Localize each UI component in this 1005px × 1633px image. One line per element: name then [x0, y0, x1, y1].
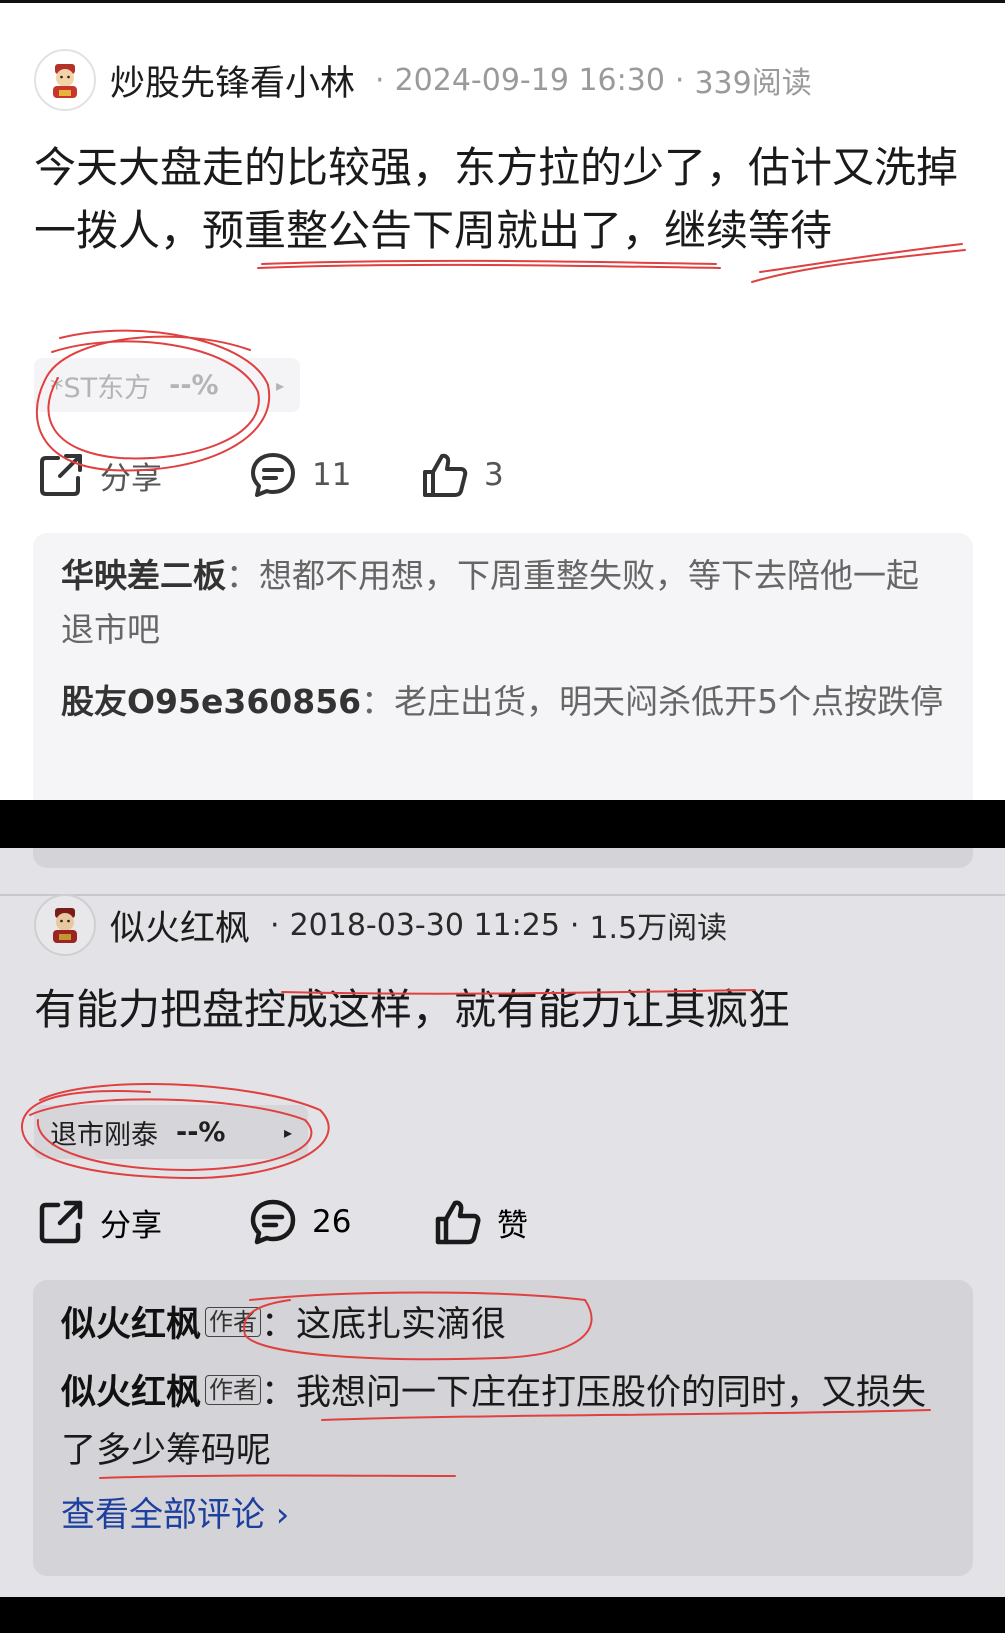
meta-separator: · — [569, 907, 580, 943]
share-button[interactable]: 分享 — [36, 1192, 162, 1252]
avatar[interactable] — [34, 49, 96, 111]
comment-button[interactable]: 26 — [248, 1192, 351, 1252]
author-badge: 作者 — [205, 1375, 262, 1405]
comment-item[interactable]: 似火红枫 作者 ：我想问一下庄在打压股价的同时，又损失了多少筹码呢 — [61, 1364, 945, 1480]
thumbs-up-icon — [435, 1200, 481, 1245]
commenter-name[interactable]: 华映差二板 — [61, 556, 226, 595]
meta-separator: · — [375, 62, 385, 98]
stock-change: --% — [176, 1116, 226, 1148]
post-content[interactable]: 有能力把盘控成这样，就有能力让其疯狂 — [34, 978, 974, 1041]
stock-name: *ST东方 — [50, 372, 152, 404]
comment-separator: ： — [226, 556, 259, 595]
stock-change: --% — [169, 369, 219, 401]
post-content[interactable]: 今天大盘走的比较强，东方拉的少了，估计又洗掉一拨人，预重整公告下周就出了，继续等… — [34, 136, 974, 262]
comment-item[interactable]: 华映差二板：想都不用想，下周重整失败，等下去陪他一起退市吧 — [61, 549, 945, 657]
view-all-comments-link[interactable]: 查看全部评论 › — [61, 1490, 945, 1540]
comment-preview: 似火红枫 作者 ：这底扎实滴很 似火红枫 作者 ：我想问一下庄在打压股价的同时，又损失了… — [33, 1280, 973, 1576]
post-card-1: 炒股先锋看小林 · 2024-09-19 16:30 · 339阅读 今天大盘走… — [0, 0, 1005, 800]
post-date: 2018-03-30 11:25 — [289, 907, 560, 943]
post-header: 似火红枫 · 2018-03-30 11:25 · 1.5万阅读 — [34, 893, 727, 957]
meta-separator: · — [270, 907, 280, 943]
comment-text: 老庄出货，明天闷杀低开5个点按跌停 — [394, 682, 944, 721]
share-label: 分享 — [100, 460, 162, 497]
like-button[interactable]: 赞 — [433, 1192, 528, 1252]
author-name[interactable]: 炒股先锋看小林 — [110, 55, 355, 106]
comment-icon — [251, 453, 295, 497]
comment-button[interactable]: 11 — [248, 445, 351, 505]
comment-item[interactable]: 股友O95e360856：老庄出货，明天闷杀低开5个点按跌停 — [61, 675, 945, 729]
thumbs-up-icon — [423, 453, 468, 497]
read-count: 1.5万阅读 — [589, 911, 728, 946]
action-bar: 分享 11 3 — [36, 445, 636, 505]
share-icon — [39, 1200, 83, 1244]
comment-preview: 华映差二板：想都不用想，下周重整失败，等下去陪他一起退市吧 股友O95e3608… — [33, 533, 973, 800]
comment-count: 26 — [312, 1204, 352, 1240]
share-label: 分享 — [100, 1207, 162, 1244]
stock-chip[interactable]: *ST东方 --% ▸ — [34, 358, 300, 412]
read-count: 339阅读 — [694, 66, 812, 101]
avatar-caishen-icon — [53, 64, 77, 98]
post-date: 2024-09-19 16:30 — [394, 62, 665, 98]
like-count: 3 — [484, 457, 504, 493]
comment-separator: ： — [261, 1373, 297, 1413]
post-header: 炒股先锋看小林 · 2024-09-19 16:30 · 339阅读 — [34, 48, 812, 112]
like-button[interactable]: 3 — [420, 445, 504, 505]
commenter-name[interactable]: 似火红枫 — [61, 1305, 201, 1345]
commenter-name[interactable]: 似火红枫 — [61, 1373, 201, 1413]
comment-separator: ： — [261, 1305, 297, 1345]
share-button[interactable]: 分享 — [36, 445, 162, 505]
avatar-caishen-icon — [53, 908, 77, 943]
comment-text: 这底扎实滴很 — [296, 1305, 507, 1345]
chevron-right-icon: ▸ — [283, 1122, 292, 1142]
comment-item[interactable]: 似火红枫 作者 ：这底扎实滴很 — [61, 1296, 945, 1354]
action-bar: 分享 26 赞 — [36, 1192, 636, 1252]
author-name[interactable]: 似火红枫 — [110, 900, 250, 951]
meta-separator: · — [674, 62, 685, 98]
chevron-right-icon: ▸ — [275, 375, 284, 395]
share-icon — [40, 454, 82, 496]
commenter-name[interactable]: 股友O95e360856 — [61, 682, 361, 721]
comment-icon — [250, 1199, 296, 1245]
author-badge: 作者 — [205, 1307, 262, 1337]
avatar[interactable] — [34, 894, 96, 956]
comment-separator: ： — [361, 682, 395, 721]
stock-name: 退市刚泰 — [50, 1119, 158, 1151]
like-label: 赞 — [497, 1207, 528, 1244]
stock-chip[interactable]: 退市刚泰 --% ▸ — [34, 1105, 308, 1159]
comment-count: 11 — [312, 457, 352, 493]
previous-comment-box-edge — [33, 848, 973, 868]
